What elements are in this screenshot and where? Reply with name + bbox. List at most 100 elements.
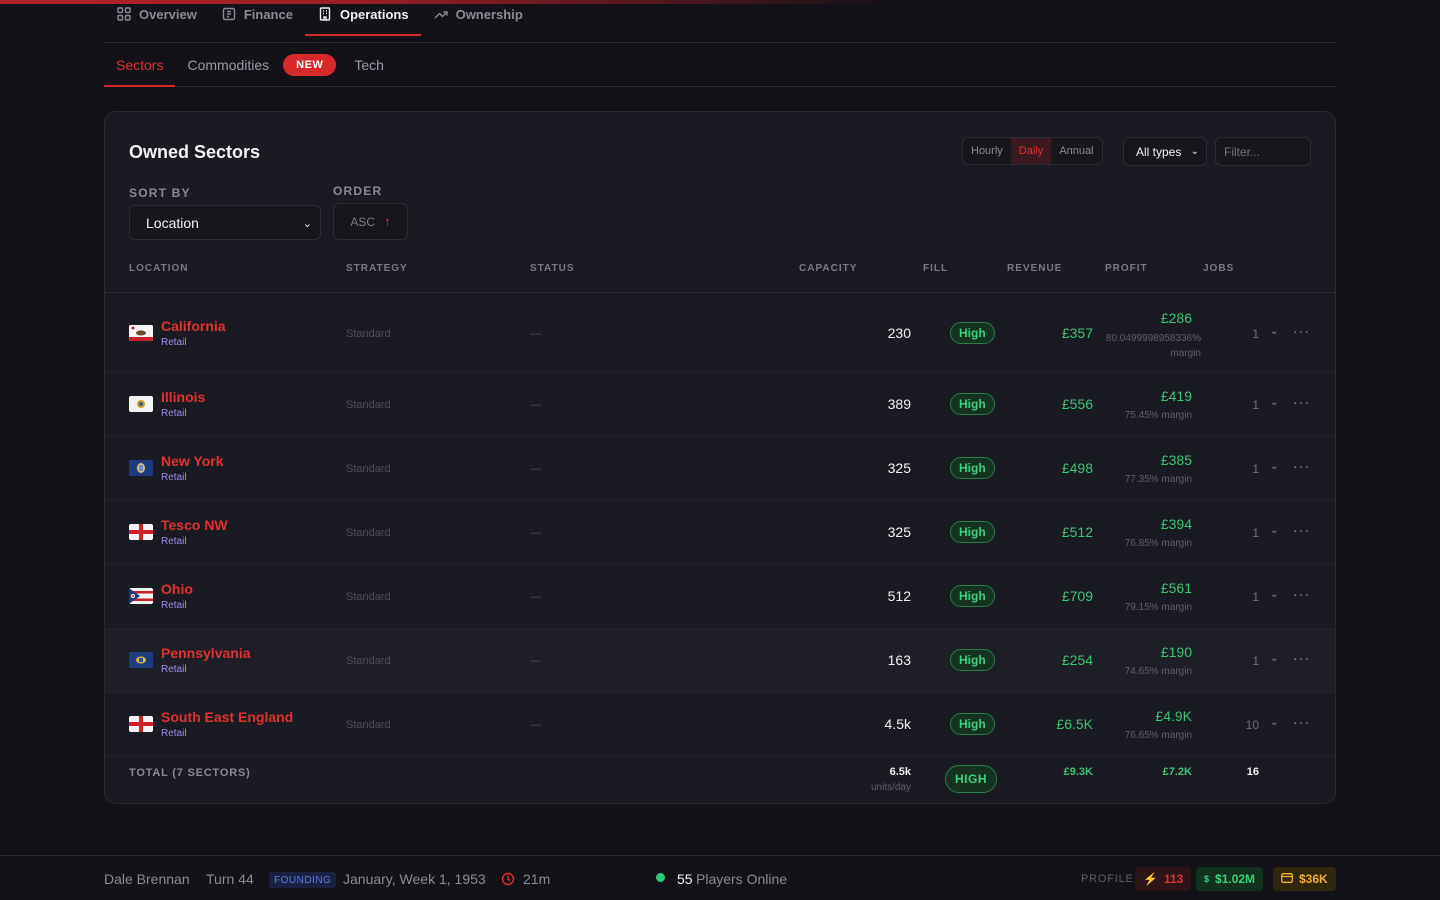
period-annual[interactable]: Annual — [1051, 138, 1101, 164]
strategy: Standard — [346, 719, 391, 731]
more-options-icon[interactable]: ··· — [1293, 714, 1310, 730]
more-options-icon[interactable]: ··· — [1293, 650, 1310, 666]
sector-type: Retail — [161, 337, 187, 348]
revenue: £498 — [1061, 460, 1093, 476]
col-profit[interactable]: PROFIT — [1105, 263, 1148, 274]
total-fill-badge: HIGH — [945, 765, 997, 793]
capacity: 325 — [887, 524, 911, 540]
turn-timer: 21m — [523, 871, 551, 887]
col-location[interactable]: LOCATION — [129, 263, 188, 274]
location-name[interactable]: California — [161, 318, 226, 334]
col-revenue[interactable]: REVENUE — [1007, 263, 1062, 274]
jobs: 1 — [1252, 327, 1259, 341]
jobs: 1 — [1252, 462, 1259, 476]
table-row[interactable]: Illinois Retail Standard — 389 High £556… — [105, 373, 1335, 437]
energy-value: 113 — [1163, 872, 1184, 886]
total-profit: £7.2K — [1162, 766, 1192, 778]
status-bar: Dale Brennan Turn 44 FOUNDING January, W… — [0, 855, 1440, 900]
type-filter-select[interactable]: All types ⌄ — [1123, 137, 1207, 166]
revenue: £6.5K — [1056, 716, 1093, 732]
sub-tabs: Sectors Commodities NEW Tech — [104, 43, 1336, 87]
capacity: 325 — [887, 460, 911, 476]
total-capacity: 6.5k — [889, 766, 911, 778]
subtab-commodities[interactable]: Commodities — [175, 44, 281, 86]
england-flag-icon — [129, 716, 153, 732]
col-strategy[interactable]: STRATEGY — [346, 263, 408, 274]
game-date: January, Week 1, 1953 — [343, 871, 486, 887]
total-capacity-unit: units/day — [870, 782, 911, 793]
fill-badge: High — [950, 585, 995, 607]
status: — — [530, 527, 541, 539]
order-toggle-button[interactable]: ASC ↑ — [333, 203, 408, 240]
col-jobs[interactable]: JOBS — [1203, 263, 1234, 274]
col-capacity[interactable]: CAPACITY — [799, 263, 857, 274]
sector-type: Retail — [161, 728, 187, 739]
chevron-down-icon[interactable]: ⌄ — [1270, 589, 1278, 600]
table-row[interactable]: New York Retail Standard — 325 High £498… — [105, 437, 1335, 501]
chevron-down-icon[interactable]: ⌄ — [1270, 525, 1278, 536]
fill-badge: High — [950, 521, 995, 543]
revenue: £254 — [1061, 652, 1093, 668]
table-row[interactable]: Ohio Retail Standard — 512 High £709 £56… — [105, 565, 1335, 629]
tab-operations[interactable]: Operations — [304, 0, 421, 36]
status: — — [530, 591, 541, 603]
player-name[interactable]: Dale Brennan — [104, 871, 190, 887]
margin: 80.0499998958336% margin — [1105, 333, 1201, 359]
more-options-icon[interactable]: ··· — [1293, 323, 1310, 339]
table-row[interactable]: Tesco NW Retail Standard — 325 High £512… — [105, 501, 1335, 565]
tab-ownership-label: Ownership — [455, 6, 523, 22]
location-name[interactable]: Pennsylvania — [161, 645, 251, 661]
profit: £286 — [1160, 310, 1192, 326]
chevron-down-icon[interactable]: ⌄ — [1270, 397, 1278, 408]
tab-overview-label: Overview — [139, 6, 197, 22]
sector-type: Retail — [161, 408, 187, 419]
filter-input[interactable] — [1215, 137, 1311, 166]
credit-chip[interactable]: $36K — [1273, 867, 1336, 891]
tab-finance[interactable]: Finance — [209, 0, 305, 35]
margin: 77.35% margin — [1124, 474, 1192, 485]
profit: £561 — [1160, 580, 1192, 596]
england-flag-icon — [129, 524, 153, 540]
col-status[interactable]: STATUS — [530, 263, 575, 274]
period-daily[interactable]: Daily — [1010, 138, 1052, 164]
fill-badge: High — [950, 713, 995, 735]
status: — — [530, 328, 541, 340]
more-options-icon[interactable]: ··· — [1293, 458, 1310, 474]
chevron-down-icon[interactable]: ⌄ — [1270, 461, 1278, 472]
capacity: 163 — [887, 652, 911, 668]
chevron-down-icon[interactable]: ⌄ — [1270, 717, 1278, 728]
table-row[interactable]: South East England Retail Standard — 4.5… — [105, 693, 1335, 756]
location-name[interactable]: Tesco NW — [161, 517, 228, 533]
profile-label[interactable]: PROFILE — [1081, 873, 1134, 885]
more-options-icon[interactable]: ··· — [1293, 522, 1310, 538]
location-name[interactable]: New York — [161, 453, 224, 469]
table-row[interactable]: California Retail Standard — 230 High £3… — [105, 294, 1335, 373]
cash-chip[interactable]: $ $1.02M — [1196, 867, 1264, 891]
revenue: £709 — [1061, 588, 1093, 604]
chevron-down-icon[interactable]: ⌄ — [1270, 653, 1278, 664]
profit: £419 — [1160, 388, 1192, 404]
table-row[interactable]: Pennsylvania Retail Standard — 163 High … — [105, 629, 1335, 693]
location-name[interactable]: South East England — [161, 709, 293, 725]
sort-by-select[interactable]: Location ⌄ — [129, 205, 321, 240]
building-icon — [319, 7, 331, 21]
col-fill[interactable]: FILL — [923, 263, 948, 274]
tab-overview[interactable]: Overview — [104, 0, 209, 35]
total-jobs: 16 — [1246, 766, 1259, 778]
location-name[interactable]: Illinois — [161, 389, 205, 405]
strategy: Standard — [346, 328, 391, 340]
turn-counter: Turn 44 — [206, 871, 254, 887]
lightning-icon: ⚡ — [1143, 872, 1158, 886]
subtab-sectors[interactable]: Sectors — [104, 44, 176, 87]
chevron-down-icon[interactable]: ⌄ — [1270, 326, 1278, 337]
period-hourly[interactable]: Hourly — [963, 138, 1011, 164]
energy-chip[interactable]: ⚡ 113 — [1135, 867, 1192, 891]
margin: 76.85% margin — [1124, 538, 1192, 549]
subtab-tech[interactable]: Tech — [342, 44, 396, 86]
more-options-icon[interactable]: ··· — [1293, 394, 1310, 410]
sector-type: Retail — [161, 536, 187, 547]
location-name[interactable]: Ohio — [161, 581, 193, 597]
more-options-icon[interactable]: ··· — [1293, 586, 1310, 602]
tab-ownership[interactable]: Ownership — [421, 0, 535, 35]
sort-by-label: SORT BY — [129, 186, 191, 200]
